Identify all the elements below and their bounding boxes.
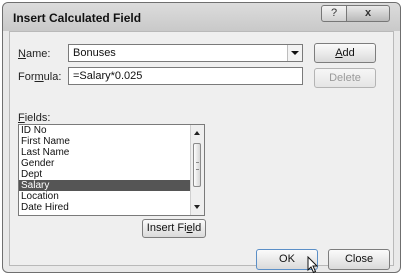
formula-input[interactable]: =Salary*0.025 xyxy=(68,67,303,85)
list-item[interactable]: Gender xyxy=(19,158,204,169)
list-item[interactable]: Date Hired xyxy=(19,202,204,213)
list-item[interactable]: Dept xyxy=(19,169,204,180)
list-item-selected[interactable]: Salary xyxy=(19,180,204,191)
window-close-button[interactable]: x xyxy=(346,5,390,22)
title-bar: Insert Calculated Field ? x xyxy=(3,3,400,31)
fields-listbox[interactable]: ID No First Name Last Name Gender Dept S… xyxy=(18,124,205,216)
dialog-body: Name: Bonuses Add Formula: =Salary*0.025… xyxy=(9,31,394,270)
formula-value: =Salary*0.025 xyxy=(73,70,143,82)
help-button[interactable]: ? xyxy=(321,5,347,22)
close-button[interactable]: Close xyxy=(328,249,390,270)
name-combobox[interactable]: Bonuses xyxy=(68,44,303,62)
scroll-thumb[interactable] xyxy=(193,143,201,187)
insert-calculated-field-dialog: Insert Calculated Field ? x Name: Bonuse… xyxy=(2,2,401,274)
chevron-down-icon[interactable] xyxy=(287,45,302,61)
list-item[interactable]: First Name xyxy=(19,136,204,147)
list-item[interactable]: Last Name xyxy=(19,147,204,158)
help-icon: ? xyxy=(330,7,338,19)
dialog-title: Insert Calculated Field xyxy=(13,11,142,25)
list-item[interactable]: Location xyxy=(19,191,204,202)
name-value: Bonuses xyxy=(73,47,116,59)
scroll-down-icon[interactable] xyxy=(194,205,200,209)
close-icon: x xyxy=(364,7,372,19)
insert-field-button[interactable]: Insert Field xyxy=(142,219,206,238)
fields-label: Fields: xyxy=(18,112,51,124)
add-button[interactable]: Add xyxy=(314,43,376,63)
delete-button[interactable]: Delete xyxy=(314,68,376,88)
fields-scrollbar[interactable] xyxy=(190,125,204,215)
mouse-pointer-icon xyxy=(307,256,319,274)
formula-label: Formula: xyxy=(18,71,62,83)
list-item[interactable]: ID No xyxy=(19,125,204,136)
name-label: Name: xyxy=(18,48,51,60)
scroll-up-icon[interactable] xyxy=(194,131,200,135)
grip-icon xyxy=(196,162,199,170)
